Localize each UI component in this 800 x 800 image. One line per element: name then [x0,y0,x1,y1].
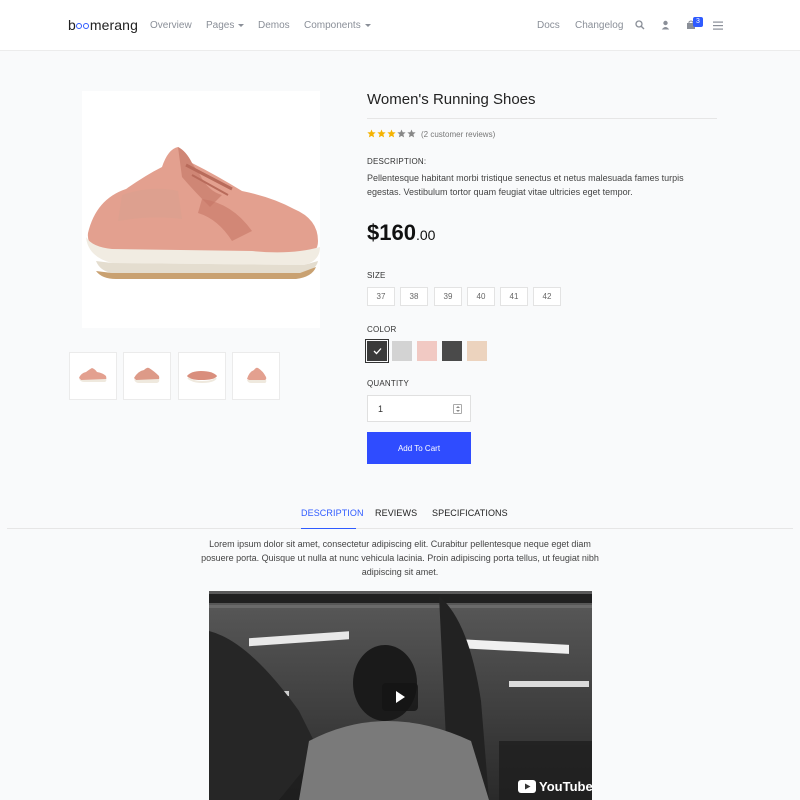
size-option-38[interactable]: 38 [400,287,428,306]
brand-logo[interactable]: b merang [68,17,138,33]
shoe-thumb-icon [134,367,160,383]
thumbnail-3[interactable] [178,352,226,400]
menu-icon[interactable] [712,19,724,31]
size-label: SIZE [367,271,386,280]
size-option-39[interactable]: 39 [434,287,462,306]
nav-overview[interactable]: Overview [150,20,192,31]
color-swatch-dark-selected[interactable] [365,339,389,363]
price-cents: .00 [415,227,436,243]
shoe-image [86,147,320,279]
thumbnail-2[interactable] [123,352,171,400]
color-label: COLOR [367,325,397,334]
brand-text-end: merang [89,17,138,33]
nav-components[interactable]: Components [304,20,371,31]
product-main-image[interactable] [82,91,320,328]
price-main: $160 [367,220,416,245]
color-swatch-charcoal[interactable] [442,341,462,361]
youtube-logo[interactable]: YouTube [518,779,593,794]
star-empty-icon [407,129,416,138]
nav-pages[interactable]: Pages [206,20,245,31]
star-filled-icon [387,129,396,138]
size-option-42[interactable]: 42 [533,287,561,306]
active-tab-indicator [301,528,356,529]
size-option-37[interactable]: 37 [367,287,395,306]
spinner-arrows-icon[interactable] [453,404,462,414]
product-title: Women's Running Shoes [367,91,536,108]
divider [367,118,717,119]
star-filled-icon [367,129,376,138]
youtube-icon [518,780,536,793]
quantity-stepper[interactable]: 1 [367,395,471,422]
shoe-thumb-icon [79,368,107,382]
navbar: b merang Overview Pages Demos Components … [0,0,800,51]
size-option-41[interactable]: 41 [500,287,528,306]
tab-reviews[interactable]: REVIEWS [375,508,417,518]
brand-text-start: b [68,17,76,33]
quantity-value: 1 [378,404,384,414]
chevron-down-icon [238,24,245,27]
nav-docs[interactable]: Docs [537,20,560,31]
play-button[interactable] [382,683,418,711]
chevron-down-icon [364,24,371,27]
star-filled-icon [377,129,386,138]
description-label: DESCRIPTION: [367,157,427,166]
cart-count-badge: 3 [693,17,703,27]
logo-ring-icon [76,23,83,29]
checkmark-icon [373,348,381,355]
product-price: $160.00 [367,220,435,246]
nav-demos[interactable]: Demos [258,20,290,31]
reviews-link[interactable]: (2 customer reviews) [421,130,495,139]
user-icon[interactable] [659,19,671,31]
product-description: Pellentesque habitant morbi tristique se… [367,173,684,197]
search-icon[interactable] [634,19,646,31]
color-swatch-pink[interactable] [417,341,437,361]
nav-changelog[interactable]: Changelog [575,20,623,31]
tab-specifications[interactable]: SPECIFICATIONS [432,508,508,518]
shoe-thumb-icon [187,371,217,384]
quantity-label: QUANTITY [367,379,410,388]
rating-stars [367,129,416,138]
play-icon [396,691,405,703]
thumbnail-1[interactable] [69,352,117,400]
star-empty-icon [397,129,406,138]
add-to-cart-button[interactable]: Add To Cart [367,432,471,464]
youtube-logo-text: YouTube [539,779,593,794]
shoe-thumb-icon [247,367,267,383]
tab-description[interactable]: DESCRIPTION [301,508,364,518]
tab-content-text: Lorem ipsum dolor sit amet, consectetur … [201,539,599,577]
logo-ring-icon [83,23,90,29]
size-option-40[interactable]: 40 [467,287,495,306]
tabs-divider [7,528,793,529]
thumbnail-4[interactable] [232,352,280,400]
color-swatch-beige[interactable] [467,341,487,361]
color-swatch-light-gray[interactable] [392,341,412,361]
